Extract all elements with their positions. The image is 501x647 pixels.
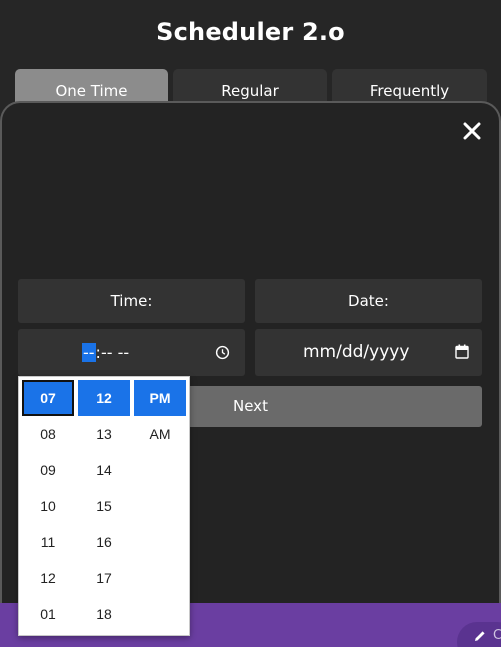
hour-option[interactable]: 01 [22,596,74,632]
time-input[interactable]: --:-- -- [18,329,245,376]
calendar-icon[interactable] [455,344,469,359]
hour-column: 07 08 09 10 11 12 01 [22,380,74,632]
date-input-placeholder: mm/dd/yyyy [303,342,410,362]
next-button-label: Next [233,397,268,415]
minute-column: 12 13 14 15 16 17 18 [78,380,130,632]
meridiem-option-pm[interactable]: PM [134,380,186,416]
minute-option[interactable]: 18 [78,596,130,632]
minute-option[interactable]: 14 [78,452,130,488]
edit-button-label: C [493,628,501,643]
meridiem-option-am[interactable]: AM [134,416,186,452]
hour-option[interactable]: 11 [22,524,74,560]
date-label: Date: [255,279,482,323]
time-input-value: --:-- -- [82,343,129,362]
hour-option[interactable]: 08 [22,416,74,452]
minute-option[interactable]: 13 [78,416,130,452]
date-input[interactable]: mm/dd/yyyy [255,329,482,376]
hour-option[interactable]: 09 [22,452,74,488]
minute-option[interactable]: 17 [78,560,130,596]
time-hour-segment[interactable]: -- [82,343,96,362]
app-title: Scheduler 2.o [156,18,345,46]
clock-icon[interactable] [215,345,230,360]
time-label: Time: [18,279,245,323]
minute-option[interactable]: 15 [78,488,130,524]
minute-option[interactable]: 16 [78,524,130,560]
hour-option[interactable]: 12 [22,560,74,596]
minute-option[interactable]: 12 [78,380,130,416]
hour-option[interactable]: 07 [22,380,74,416]
hour-option[interactable]: 10 [22,488,74,524]
time-picker-dropdown: 07 08 09 10 11 12 01 12 13 14 15 16 17 1… [18,376,190,636]
time-input-rest: :-- -- [95,343,130,362]
next-button[interactable]: Next [180,386,482,427]
meridiem-column: PM AM [134,380,186,452]
edit-icon [475,631,485,641]
close-icon[interactable] [462,121,482,141]
